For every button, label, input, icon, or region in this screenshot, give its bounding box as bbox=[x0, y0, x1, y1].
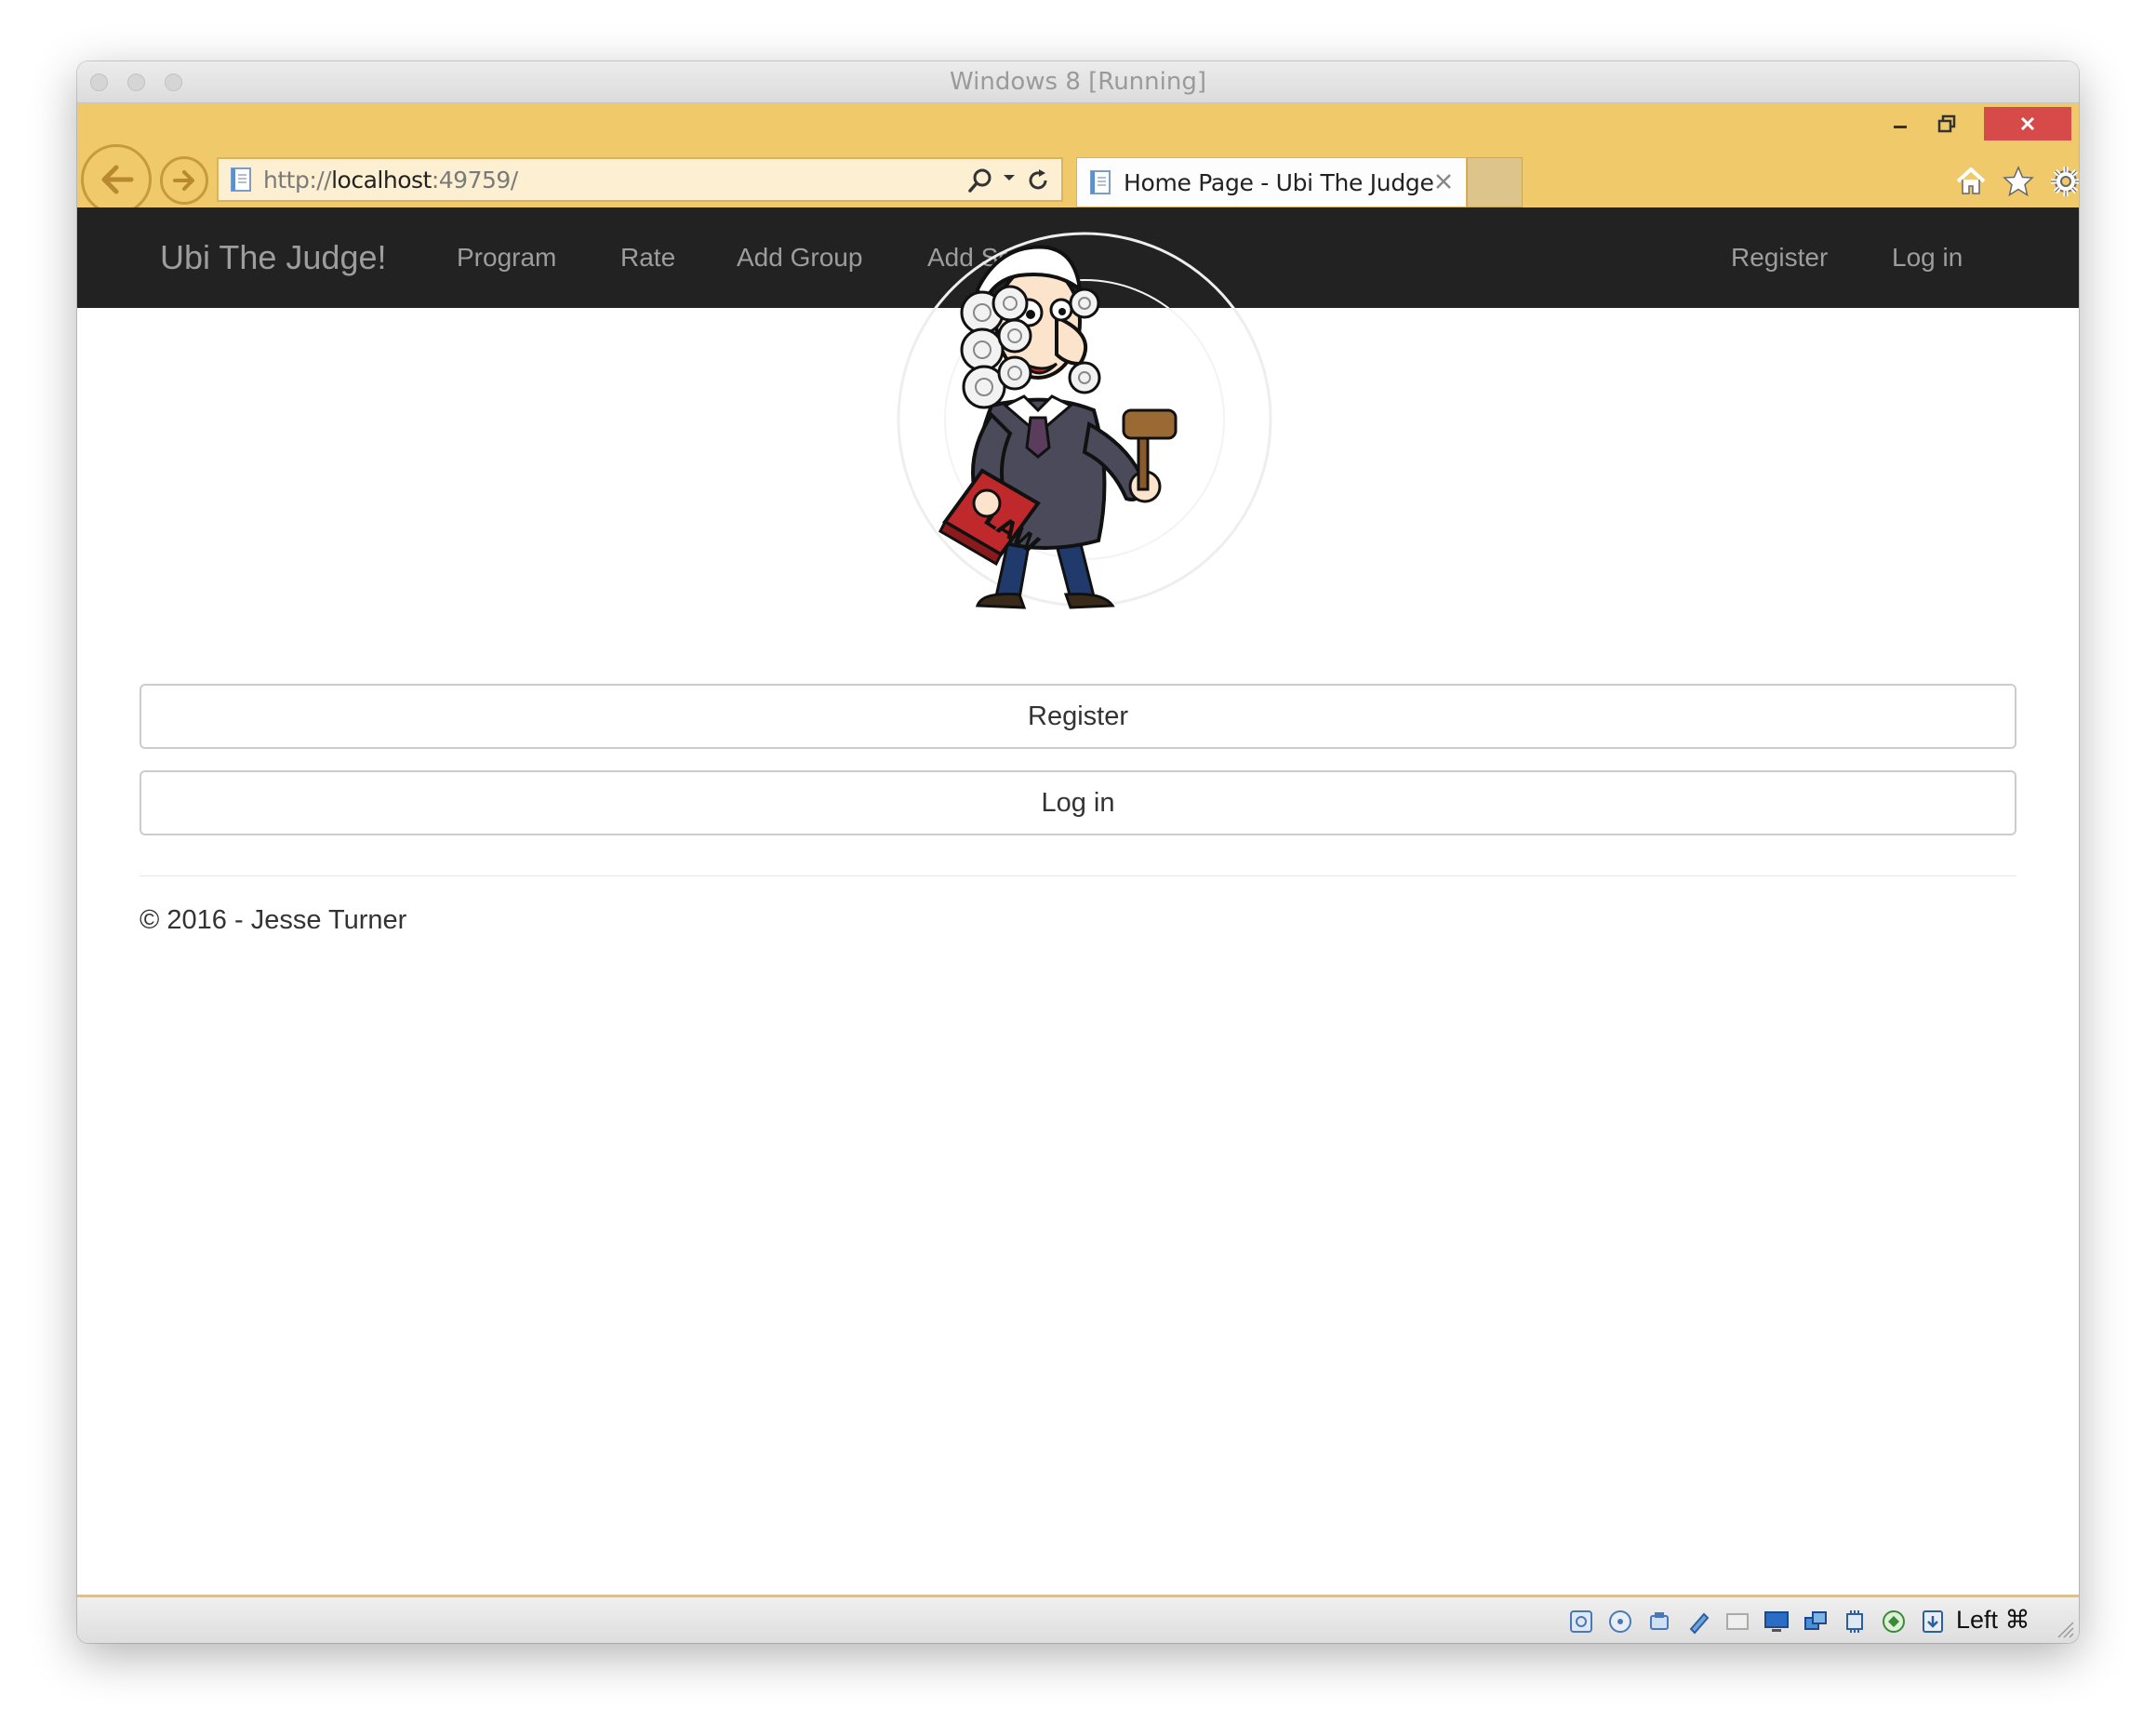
usb-icon[interactable] bbox=[1646, 1609, 1672, 1635]
close-icon bbox=[2020, 116, 2035, 131]
display-icon[interactable] bbox=[1724, 1609, 1750, 1635]
minimize-icon bbox=[1894, 126, 1907, 128]
dropdown-button[interactable] bbox=[1002, 170, 1017, 190]
shared-folder-icon[interactable] bbox=[1685, 1609, 1711, 1635]
address-text: http://localhost:49759/ bbox=[263, 167, 518, 194]
close-tab-button[interactable] bbox=[1432, 170, 1455, 197]
tools-button[interactable] bbox=[2047, 163, 2079, 200]
address-port: :49759/ bbox=[431, 166, 518, 194]
home-button[interactable] bbox=[1952, 163, 1990, 200]
page-icon bbox=[1090, 170, 1111, 194]
nav-link-program[interactable]: Program bbox=[457, 207, 556, 308]
nav-link-rate[interactable]: Rate bbox=[620, 207, 675, 308]
favorites-button[interactable] bbox=[2000, 163, 2037, 200]
mouse-integration-icon[interactable] bbox=[1920, 1609, 1946, 1635]
recording-icon[interactable] bbox=[1881, 1609, 1907, 1635]
restore-button[interactable] bbox=[1928, 107, 1965, 140]
brand-link[interactable]: Ubi The Judge! bbox=[160, 207, 387, 308]
tab-home-page[interactable]: Home Page - Ubi The Judge bbox=[1076, 157, 1467, 207]
refresh-icon bbox=[1029, 169, 1047, 190]
nav-link-register[interactable]: Register bbox=[1731, 207, 1828, 308]
search-button[interactable] bbox=[966, 167, 994, 199]
gear-icon bbox=[2051, 167, 2079, 196]
back-button[interactable] bbox=[81, 144, 152, 215]
footer-copyright: © 2016 - Jesse Turner bbox=[140, 905, 407, 935]
register-button[interactable]: Register bbox=[140, 684, 2016, 749]
chevron-down-icon bbox=[1004, 175, 1015, 180]
new-tab-button[interactable] bbox=[1467, 157, 1523, 207]
host-key-label: Left ⌘ bbox=[1956, 1606, 2030, 1634]
footer-divider bbox=[140, 875, 2016, 876]
page-icon bbox=[231, 167, 251, 192]
tab-title: Home Page - Ubi The Judge bbox=[1124, 168, 1434, 196]
restore-icon bbox=[1937, 114, 1956, 133]
address-bar[interactable]: http://localhost:49759/ bbox=[217, 157, 1063, 202]
back-icon bbox=[101, 165, 134, 194]
search-icon bbox=[968, 168, 991, 193]
address-scheme: http:// bbox=[263, 166, 332, 194]
judge-logo: LAW bbox=[897, 232, 1272, 609]
vm-window-title: Windows 8 [Running] bbox=[950, 68, 1206, 96]
vm-titlebar: Windows 8 [Running] bbox=[77, 61, 2079, 103]
vm-status-bar: Left ⌘ bbox=[77, 1595, 2079, 1643]
address-host: localhost bbox=[331, 166, 432, 194]
star-icon bbox=[2003, 166, 2034, 197]
home-icon bbox=[1956, 167, 1986, 194]
resize-grip-icon[interactable] bbox=[2053, 1617, 2075, 1639]
close-window-button[interactable] bbox=[1984, 107, 2071, 140]
forward-icon bbox=[173, 170, 194, 191]
optical-drive-icon[interactable] bbox=[1607, 1609, 1633, 1635]
refresh-button[interactable] bbox=[1024, 167, 1052, 199]
browser-chrome: http://localhost:49759/ Home Page - Ubi … bbox=[77, 103, 2079, 215]
close-tab-icon bbox=[1436, 174, 1451, 189]
network-icon[interactable] bbox=[1803, 1609, 1829, 1635]
web-page: Ubi The Judge! Program Rate Add Group Ad… bbox=[77, 207, 2079, 1595]
hard-disk-icon[interactable] bbox=[1568, 1609, 1594, 1635]
monitor-icon[interactable] bbox=[1763, 1609, 1790, 1635]
minimize-button[interactable] bbox=[1882, 107, 1919, 140]
nav-link-add-group[interactable]: Add Group bbox=[737, 207, 862, 308]
nav-link-login[interactable]: Log in bbox=[1892, 207, 1963, 308]
vm-window: Windows 8 [Running] http://localhost:497… bbox=[77, 61, 2079, 1643]
forward-button[interactable] bbox=[160, 156, 208, 205]
login-button[interactable]: Log in bbox=[140, 770, 2016, 835]
cpu-icon[interactable] bbox=[1842, 1609, 1868, 1635]
